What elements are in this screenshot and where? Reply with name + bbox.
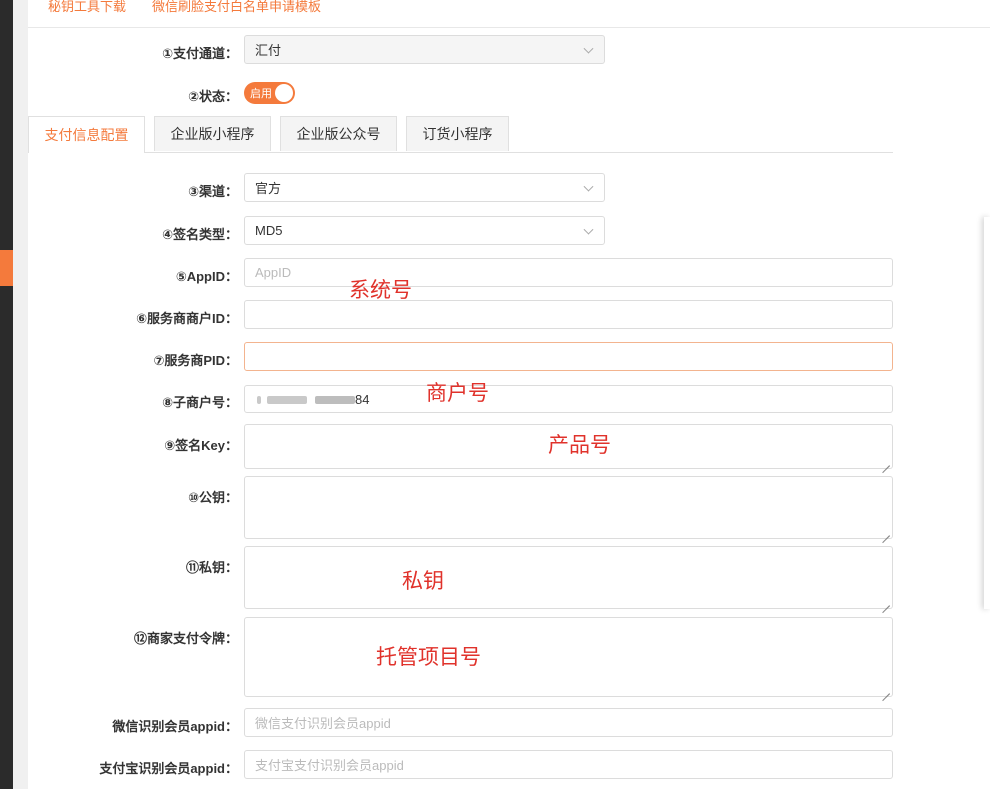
sp-merchant-id-input[interactable] — [244, 300, 893, 329]
payment-channel-label: ①支付通道： — [161, 46, 238, 61]
payment-channel-select[interactable]: 汇付 — [244, 35, 605, 64]
status-label: ②状态： — [187, 89, 238, 104]
sub-merchant-no-suffix: 84 — [355, 392, 370, 407]
annotation-merchant-no: 商户号 — [426, 381, 489, 405]
sign-type-select[interactable]: MD5 — [244, 216, 605, 245]
sp-pid-input[interactable] — [244, 342, 893, 371]
annotation-custody-project-no: 托管项目号 — [376, 645, 481, 669]
merchant-token-label: ⑫商家支付令牌： — [133, 631, 238, 646]
private-key-label: ⑪私钥： — [185, 560, 238, 575]
face-pay-whitelist-template-link[interactable]: 微信刷脸支付白名单申请模板 — [152, 0, 321, 15]
sp-pid-label: ⑦服务商PID： — [153, 353, 238, 368]
chevron-down-icon — [583, 224, 594, 235]
redacted-text — [257, 396, 261, 404]
status-toggle-text: 启用 — [250, 88, 272, 100]
payment-channel-value: 汇付 — [255, 43, 282, 58]
resize-handle-icon[interactable] — [882, 458, 890, 466]
resize-handle-icon[interactable] — [882, 686, 890, 694]
chevron-down-icon — [583, 43, 594, 54]
channel-select[interactable]: 官方 — [244, 173, 605, 202]
wx-member-appid-placeholder: 微信支付识别会员appid — [255, 716, 391, 731]
annotation-product-no: 产品号 — [548, 433, 611, 457]
sub-merchant-no-label: ⑧子商户号： — [161, 395, 238, 410]
ali-member-appid-input[interactable]: 支付宝支付识别会员appid — [244, 750, 893, 779]
redacted-text — [315, 396, 355, 404]
public-key-textarea[interactable] — [244, 476, 893, 539]
channel-label: ③渠道： — [187, 184, 238, 199]
toggle-knob — [275, 84, 293, 102]
resize-handle-icon[interactable] — [882, 528, 890, 536]
redacted-text — [267, 396, 307, 404]
appid-placeholder: AppID — [255, 265, 292, 280]
annotation-private-key: 私钥 — [402, 569, 444, 593]
sp-merchant-id-label: ⑥服务商商户ID： — [135, 311, 238, 326]
appid-input[interactable]: AppID — [244, 258, 893, 287]
tab-enterprise-miniprogram[interactable]: 企业版小程序 — [154, 116, 271, 151]
appid-label: ⑤AppID： — [175, 269, 238, 284]
channel-value: 官方 — [255, 181, 282, 196]
private-key-textarea[interactable] — [244, 546, 893, 609]
wx-member-appid-label: 微信识别会员appid： — [112, 719, 238, 734]
merchant-token-textarea[interactable] — [244, 617, 893, 697]
tab-ordering-miniprogram[interactable]: 订货小程序 — [406, 116, 509, 151]
top-link-bar: 秘钥工具下载 微信刷脸支付白名单申请模板 — [28, 0, 990, 28]
config-tabs: 支付信息配置 企业版小程序 企业版公众号 订货小程序 — [28, 116, 893, 153]
chevron-down-icon — [583, 181, 594, 192]
sign-key-label: ⑨签名Key： — [164, 438, 238, 453]
status-toggle[interactable]: 启用 — [244, 82, 295, 104]
sign-type-value: MD5 — [255, 223, 283, 238]
ali-member-appid-label: 支付宝识别会员appid： — [99, 761, 238, 776]
annotation-system-no: 系统号 — [349, 278, 412, 302]
sign-type-label: ④签名类型： — [161, 227, 238, 242]
sub-merchant-no-input[interactable]: 84 — [244, 385, 893, 413]
resize-handle-icon[interactable] — [882, 598, 890, 606]
wx-member-appid-input[interactable]: 微信支付识别会员appid — [244, 708, 893, 737]
key-tool-download-link[interactable]: 秘钥工具下载 — [48, 0, 126, 15]
tab-payment-info[interactable]: 支付信息配置 — [28, 116, 145, 153]
side-drawer-edge — [984, 217, 990, 609]
tab-enterprise-official-account[interactable]: 企业版公众号 — [280, 116, 397, 151]
ali-member-appid-placeholder: 支付宝支付识别会员appid — [255, 758, 404, 773]
public-key-label: ⑩公钥： — [187, 490, 238, 505]
